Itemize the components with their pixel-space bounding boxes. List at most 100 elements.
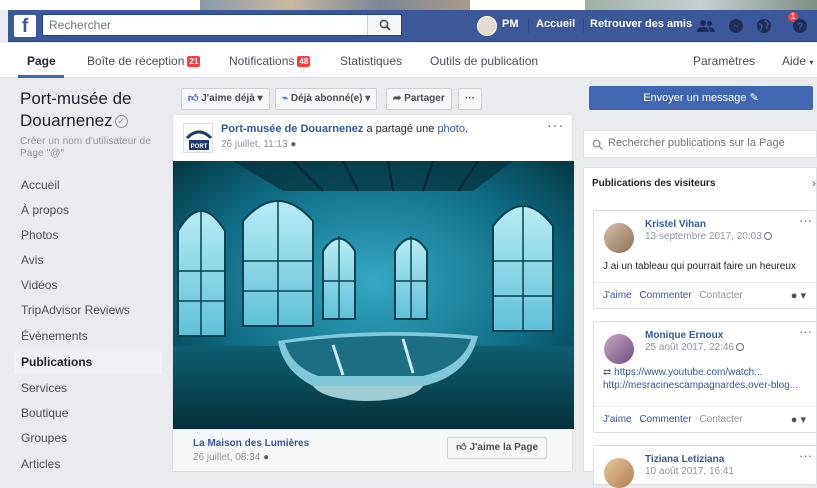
post-options-icon[interactable]: ··· [799,324,812,339]
more-actions-button[interactable]: ··· [458,88,482,110]
friend-requests-icon[interactable] [696,16,716,36]
sidebar-item-videos[interactable]: Vidéos [14,274,162,297]
sidebar-item-tripadvisor[interactable]: TripAdvisor Reviews [14,299,162,322]
page-avatar[interactable]: PORT [183,123,213,153]
source-page-link[interactable]: La Maison des Lumières [193,438,309,449]
settings-link[interactable]: Paramètres [693,54,755,68]
help-menu[interactable]: Aide ▾ [782,54,813,68]
tab-inbox-label: Boîte de réception [87,54,185,68]
post-photo[interactable] [173,161,574,429]
facebook-logo-icon[interactable]: f [14,15,36,37]
post-options-icon[interactable]: ··· [799,448,812,463]
post-options-icon[interactable]: ··· [799,213,812,228]
following-button[interactable]: ⌁ Déjà abonné(e) ▾ [275,88,378,110]
post-header: Port-musée de Douarnenez a partagé une p… [221,123,541,150]
help-icon[interactable]: ? [790,16,810,36]
search-button[interactable] [367,15,401,35]
sidebar-item-about[interactable]: À propos [14,199,162,222]
visitor-name-link[interactable]: Monique Ernoux [645,330,723,341]
page-title-line2: Douarnenez [20,111,113,130]
create-username-link[interactable]: Créer un nom d'utilisateur de Page "@" [20,136,170,160]
tab-notifications[interactable]: Notifications 48 [229,54,311,68]
messenger-icon[interactable] [726,16,746,36]
globe-icon [763,232,772,240]
user-avatar[interactable] [477,16,497,36]
page-title-line1: Port-musée de [20,89,132,108]
user-initials-link[interactable]: PM [502,18,519,30]
sidebar-item-groups[interactable]: Groupes [14,427,162,450]
visitor-avatar[interactable] [604,458,634,488]
following-button-label: Déjà abonné(e) [290,93,363,104]
page-search-box[interactable] [583,130,817,158]
visitor-name-link[interactable]: Kristel Vihan [645,219,706,230]
post-action-text: a partagé une [363,123,438,135]
visitor-avatar[interactable] [604,223,634,253]
send-message-button[interactable]: Envoyer un message ✎ [589,86,813,110]
visitor-post-date[interactable]: 25 août 2017, 22:46 [645,342,744,353]
liked-button-label: J'aime déjà [201,93,255,104]
post-object-link[interactable]: photo [437,123,465,135]
sidebar-item-articles[interactable]: Articles [14,453,162,476]
page-title[interactable]: Port-musée de Douarnenez ✓ [20,88,170,132]
find-friends-link[interactable]: Retrouver des amis [590,18,692,30]
share-button[interactable]: ➦ Partager [386,88,452,110]
tab-statistics[interactable]: Statistiques [340,54,402,68]
visitor-avatar[interactable] [604,334,634,364]
inbox-count-badge: 21 [187,56,201,67]
top-photo-strip [0,0,817,10]
like-page-button[interactable]: 👍︎ J'aime la Page [447,437,547,459]
tab-publishing-tools[interactable]: Outils de publication [430,54,538,68]
top-navigation-bar: f PM Accueil Retrouver des amis 1 ? [8,10,817,42]
contact-action[interactable]: Contacter [699,414,742,425]
visitor-post-text: J ai un tableau qui pourrait faire un he… [603,261,796,272]
tab-inbox[interactable]: Boîte de réception 21 [87,54,201,68]
search-input[interactable] [43,15,363,35]
sidebar-item-shop[interactable]: Boutique [14,402,162,425]
svg-text:?: ? [797,21,804,33]
sidebar-item-home[interactable]: Accueil [14,174,162,197]
sidebar-item-services[interactable]: Services [14,377,162,400]
like-action[interactable]: J'aime [603,290,632,301]
source-timestamp[interactable]: 26 juillet, 08:34 ● [193,452,269,463]
sidebar-item-posts[interactable]: Publications [14,351,162,374]
dropdown-caret-icon: ▾ [809,58,814,67]
home-link[interactable]: Accueil [536,18,575,30]
tab-page[interactable]: Page [27,54,56,68]
notifications-count-badge: 48 [297,56,311,67]
source-date-text: 26 juillet, 08:34 [193,452,261,463]
send-message-label: Envoyer un message [643,92,747,104]
search-icon [379,19,391,31]
post-options-icon[interactable]: ··· [547,117,564,133]
sidebar-item-photos[interactable]: Photos [14,224,162,247]
check-circle-icon: ✓ [114,115,128,128]
strip-photo [200,0,470,10]
blog-link[interactable]: http://mesracinescampagnardes.over-blog.… [603,380,798,392]
comment-action[interactable]: Commenter [639,290,691,301]
visitor-name-link[interactable]: Tiziana Letiziana [645,454,724,465]
contact-action[interactable]: Contacter [699,290,742,301]
page-avatar-menu-icon[interactable]: ● ▾ [791,407,806,433]
sidebar-item-reviews[interactable]: Avis [14,249,162,272]
visitor-posts-title: Publications des visiteurs [592,178,716,189]
search-box[interactable] [42,14,402,36]
comment-action[interactable]: Commenter [639,414,691,425]
strip-photo [585,0,817,10]
post-timestamp[interactable]: 26 juillet, 11:13 ● [221,139,541,150]
svg-text:PORT: PORT [191,144,208,150]
like-action[interactable]: J'aime [603,414,632,425]
share-button-label: Partager [404,93,445,104]
notifications-globe-icon[interactable] [754,16,774,36]
youtube-link[interactable]: https://www.youtube.com/watch... [614,367,762,378]
liked-button[interactable]: 👍︎ J'aime déjà ▾ [181,88,270,110]
visitor-post-date[interactable]: 13 septembre 2017, 20:03 [645,231,772,242]
post-author-link[interactable]: Port-musée de Douarnenez [221,123,363,135]
post-date-text: 26 juillet, 11:13 [221,139,288,150]
page-search-input[interactable] [608,137,808,149]
chevron-right-icon[interactable]: › [812,176,816,190]
sidebar-item-events[interactable]: Évènements [14,325,162,348]
dropdown-caret-icon: ▾ [365,93,371,104]
visitor-post-link-1[interactable]: ⇄ https://www.youtube.com/watch... [603,367,763,379]
visitor-post-actions: J'aime Commenter Contacter ● ▾ [594,282,816,308]
page-avatar-menu-icon[interactable]: ● ▾ [791,283,806,309]
globe-icon [735,343,744,351]
